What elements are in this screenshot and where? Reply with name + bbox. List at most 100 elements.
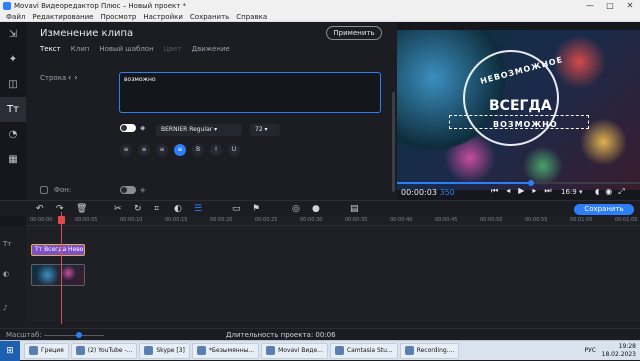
transitions-icon[interactable]: ◫ bbox=[0, 72, 26, 97]
taskbar-item[interactable]: Camtasia Stu... bbox=[329, 342, 398, 359]
scale-knob[interactable] bbox=[76, 332, 82, 338]
fullscreen-icon[interactable]: ⤢ bbox=[618, 187, 624, 197]
ruler-tick: 00:00:40 bbox=[390, 217, 413, 223]
playhead-handle[interactable] bbox=[58, 216, 65, 224]
window-controls: — □ ✕ bbox=[580, 0, 640, 12]
preview-video[interactable]: НЕВОЗМОЖНОЕ ВСЕГДА ВОЗМОЖНО bbox=[397, 30, 640, 190]
redo-icon[interactable]: ↷ bbox=[56, 204, 64, 214]
background-paint-icon[interactable]: ◈ bbox=[140, 186, 145, 194]
color-adjust-icon[interactable]: ◐ bbox=[174, 204, 182, 214]
start-icon[interactable]: ⊞ bbox=[0, 340, 20, 361]
video-clip[interactable] bbox=[31, 264, 85, 286]
clock-time: 19:28 bbox=[618, 343, 636, 350]
underline-icon[interactable]: U bbox=[228, 144, 240, 156]
filters-icon[interactable]: ◔ bbox=[0, 122, 26, 147]
align-center-icon[interactable]: ≡ bbox=[138, 144, 150, 156]
clock[interactable]: 19:28 18.02.2023 bbox=[602, 343, 636, 359]
delete-icon[interactable]: 🗑 bbox=[76, 204, 87, 214]
prev-icon[interactable]: ⏮ bbox=[491, 186, 498, 196]
timeline-ruler[interactable]: 00:00:00 00:00:05 00:00:10 00:00:15 00:00:20… bbox=[26, 216, 640, 226]
bold-icon[interactable]: B bbox=[192, 144, 204, 156]
menu-view[interactable]: Просмотр bbox=[100, 12, 136, 21]
close-button[interactable]: ✕ bbox=[620, 0, 640, 12]
import-icon[interactable]: ⇲ bbox=[0, 22, 26, 47]
taskbar-item[interactable]: Греция bbox=[24, 342, 69, 359]
menu-file[interactable]: Файл bbox=[6, 12, 25, 21]
ruler-tick: 00:00:20 bbox=[210, 217, 233, 223]
font-size-value: 72 bbox=[255, 126, 263, 133]
taskbar-item-label: Camtasia Stu... bbox=[346, 347, 393, 354]
scenes-icon[interactable]: ▤ bbox=[350, 204, 359, 214]
clock-date: 18.02.2023 bbox=[601, 351, 636, 358]
undo-icon[interactable]: ↶ bbox=[36, 204, 44, 214]
folder-icon bbox=[29, 346, 38, 355]
titles-icon[interactable]: Tт bbox=[0, 97, 26, 122]
media-icon[interactable]: ▭ bbox=[232, 204, 241, 214]
play-icon[interactable]: ▶ bbox=[518, 186, 524, 196]
title-track-icon: Tт bbox=[3, 240, 12, 248]
italic-icon[interactable]: I bbox=[210, 144, 222, 156]
tab-new-template[interactable]: Новый шаблон bbox=[99, 45, 153, 53]
next-icon[interactable]: ⏭ bbox=[544, 186, 551, 196]
font-select-value: BERNIER Regular bbox=[161, 126, 213, 133]
scale-slider[interactable] bbox=[44, 335, 104, 336]
taskbar-item[interactable]: Recording.... bbox=[399, 342, 460, 359]
taskbar-item[interactable]: *Безымянны... bbox=[191, 342, 260, 359]
background-color-toggle[interactable] bbox=[120, 186, 136, 194]
ruler-tick: 00:00:30 bbox=[300, 217, 323, 223]
align-right-icon[interactable]: ≡ bbox=[156, 144, 168, 156]
apply-button[interactable]: Применить bbox=[326, 26, 382, 40]
text-color-toggle[interactable] bbox=[120, 124, 136, 132]
panel-scrollbar[interactable] bbox=[392, 92, 395, 192]
align-left-icon[interactable]: ≡ bbox=[120, 144, 132, 156]
taskbar-item[interactable]: Skype [3] bbox=[139, 342, 190, 359]
ruler-tick: 00:01:00 bbox=[570, 217, 593, 223]
marker-icon[interactable]: ⚑ bbox=[252, 204, 260, 214]
font-select[interactable]: BERNIER Regular ▾ bbox=[156, 124, 242, 136]
tab-color: Цвет bbox=[163, 45, 182, 53]
tab-text[interactable]: Текст bbox=[40, 45, 61, 53]
export-button[interactable]: Сохранить bbox=[574, 204, 634, 215]
playhead[interactable] bbox=[61, 212, 62, 324]
audio-track-icon: ♪ bbox=[3, 304, 8, 312]
cut-icon[interactable]: ✂ bbox=[114, 204, 122, 214]
title-clip[interactable]: Тт Всегда Нево bbox=[31, 244, 85, 256]
more-tools-icon[interactable]: ▦ bbox=[0, 147, 26, 172]
clip-properties-icon[interactable]: ☰ bbox=[194, 204, 202, 214]
background-checkbox[interactable] bbox=[40, 186, 48, 194]
step-back-icon[interactable]: ◂ bbox=[506, 186, 510, 196]
menu-save[interactable]: Сохранить bbox=[190, 12, 229, 21]
taskbar-item-label: (2) YouTube -... bbox=[87, 347, 133, 354]
editor-icon bbox=[196, 346, 206, 355]
rotate-icon[interactable]: ↻ bbox=[134, 204, 142, 214]
time-current: 00:00:03 bbox=[401, 188, 437, 197]
menu-help[interactable]: Справка bbox=[236, 12, 267, 21]
volume-icon[interactable]: ◖ bbox=[595, 187, 599, 197]
taskbar-item[interactable]: (2) YouTube -... bbox=[70, 342, 138, 359]
step-forward-icon[interactable]: ▸ bbox=[532, 186, 536, 196]
menu-settings[interactable]: Настройки bbox=[143, 12, 183, 21]
preview-progress[interactable] bbox=[397, 180, 640, 186]
taskbar-item[interactable]: Movavi Виде... bbox=[261, 342, 328, 359]
keyframe-icon[interactable]: ◎ bbox=[292, 204, 300, 214]
language-indicator[interactable]: РУС bbox=[585, 347, 596, 354]
menu-edit[interactable]: Редактирование bbox=[32, 12, 93, 21]
audio-record-icon[interactable]: ● bbox=[312, 204, 320, 214]
snapshot-icon[interactable]: ◉ bbox=[605, 187, 612, 197]
row-nav[interactable]: ‹› bbox=[68, 73, 80, 82]
tab-clip[interactable]: Клип bbox=[71, 45, 90, 53]
aspect-ratio-select[interactable]: 16:9 ▾ bbox=[561, 188, 582, 196]
maximize-button[interactable]: □ bbox=[600, 0, 620, 12]
window-title: Movavi Видеоредактор Плюс – Новый проект… bbox=[14, 2, 187, 10]
magic-wand-icon[interactable]: ✦ bbox=[0, 47, 26, 72]
title-text-input[interactable]: возможно bbox=[119, 72, 381, 113]
align-justify-icon[interactable]: ≡ bbox=[174, 144, 186, 156]
minimize-button[interactable]: — bbox=[580, 0, 600, 12]
tab-motion[interactable]: Движение bbox=[192, 45, 230, 53]
paint-bucket-icon[interactable]: ◈ bbox=[140, 124, 145, 132]
font-size-select[interactable]: 72 ▾ bbox=[250, 124, 280, 136]
taskbar-item-label: Греция bbox=[41, 347, 64, 354]
crop-icon[interactable]: ⌗ bbox=[154, 204, 159, 214]
skype-icon bbox=[144, 346, 154, 355]
preview-progress-fill bbox=[397, 182, 531, 184]
